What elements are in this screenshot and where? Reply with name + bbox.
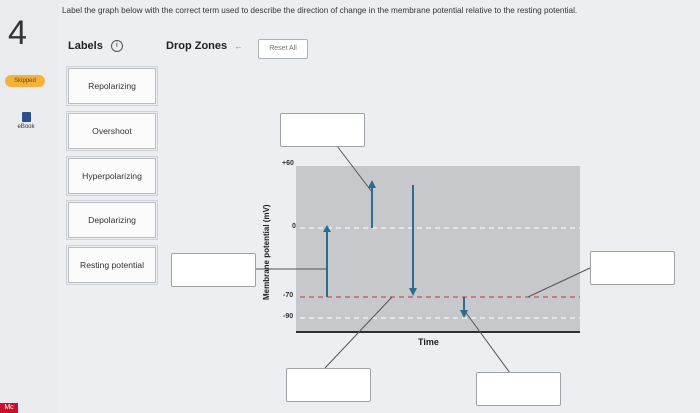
drop-zone-right[interactable] — [590, 251, 675, 285]
arrow-head-repolarizing — [409, 288, 417, 296]
drop-zone-left[interactable] — [171, 253, 256, 287]
drop-zone-bottom-right[interactable] — [476, 372, 561, 406]
leader-line-bottom-right — [463, 309, 511, 374]
drop-zone-top[interactable] — [280, 113, 365, 147]
graph-overlay — [255, 145, 591, 374]
arrow-head-overshoot — [368, 180, 376, 188]
leader-line-top — [336, 145, 373, 193]
leader-lines — [255, 145, 591, 374]
drop-zone-bottom-left[interactable] — [286, 368, 371, 402]
leader-line-right — [527, 267, 591, 298]
